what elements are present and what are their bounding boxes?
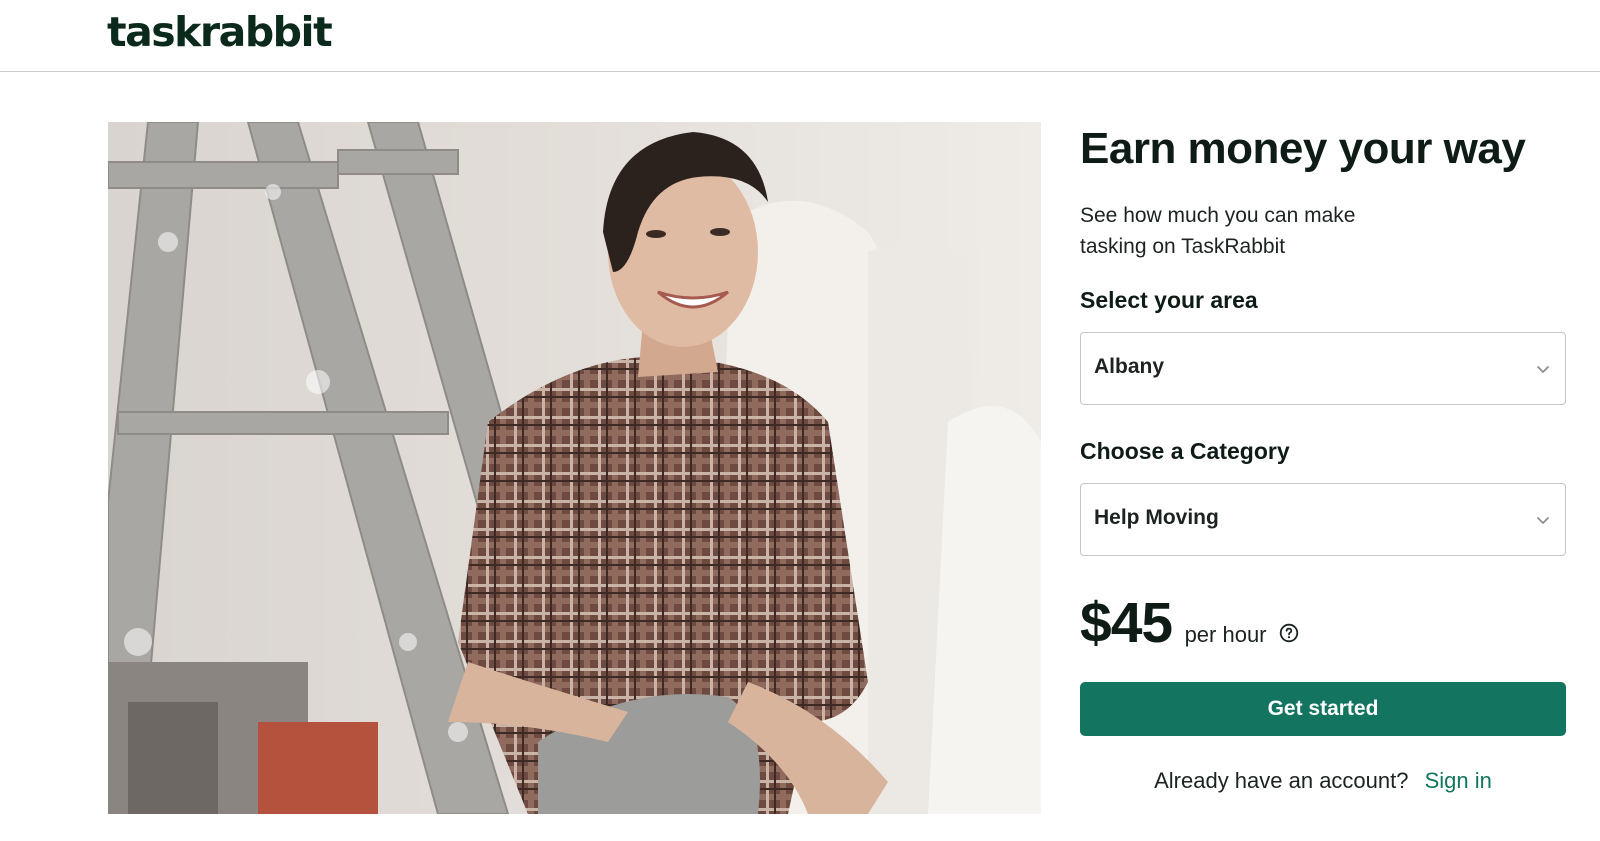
signin-link[interactable]: Sign in [1425, 768, 1492, 793]
signin-row: Already have an account? Sign in [1080, 768, 1566, 794]
signin-prompt: Already have an account? [1154, 768, 1409, 793]
area-label: Select your area [1080, 287, 1258, 313]
question-circle-icon[interactable] [1279, 623, 1299, 643]
earnings-panel: Earn money your way See how much you can… [1080, 120, 1566, 793]
category-select-value: Help Moving [1094, 506, 1219, 529]
chevron-down-icon [1537, 517, 1549, 524]
chevron-down-icon [1537, 366, 1549, 373]
page-title: Earn money your way [1080, 124, 1526, 173]
taskrabbit-logo[interactable]: taskrabbit [107, 8, 333, 56]
hourly-rate: $45 per hour [1080, 590, 1299, 660]
area-select-value: Albany [1094, 355, 1165, 378]
tasker-photo-illustration [108, 122, 1041, 814]
area-select[interactable]: Albany [1080, 332, 1566, 405]
category-label: Choose a Category [1080, 438, 1290, 464]
rate-amount: $45 [1080, 591, 1173, 655]
hero-image [108, 122, 1041, 814]
site-header: taskrabbit [0, 0, 1600, 72]
category-select[interactable]: Help Moving [1080, 483, 1566, 556]
page-subtitle: See how much you can make tasking on Tas… [1080, 204, 1356, 258]
get-started-button[interactable]: Get started [1080, 682, 1566, 736]
rate-unit: per hour [1184, 622, 1267, 647]
